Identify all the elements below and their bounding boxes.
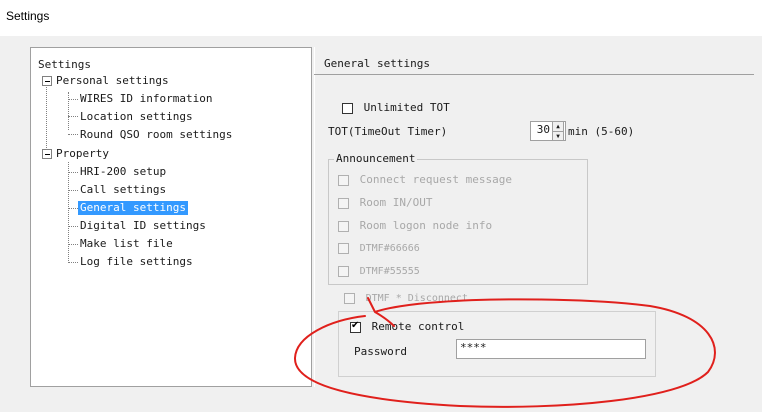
tree-item-settings-root[interactable]: Settings [38,58,91,72]
tot-unit-label: min (5-60) [568,125,635,138]
dtmf-disconnect-row[interactable]: DTMF * Disconnect [344,291,468,304]
panel-header: General settings [324,57,430,70]
room-in-out-checkbox[interactable] [338,197,349,209]
header-divider [314,74,754,75]
tot-value: 30 [536,123,550,136]
tree-item-wires-id-information[interactable]: WIRES ID information [80,92,212,106]
tree-item-property[interactable]: Property [56,147,109,161]
password-label: Password [354,345,407,358]
collapse-icon[interactable] [42,76,52,86]
tree-connector [68,134,78,135]
remote-control-label: Remote control [371,320,465,333]
announcement-item[interactable]: Room logon node info [338,219,492,232]
tree-item-hri-200-setup[interactable]: HRI-200 setup [80,165,166,179]
tree-item-round-qso-room-settings[interactable]: Round QSO room settings [80,128,232,142]
password-field[interactable]: **** [456,339,646,359]
room-logon-checkbox[interactable] [338,220,349,232]
tree-connector [68,244,78,245]
password-value: **** [460,341,487,354]
tree-item-personal-settings[interactable]: Personal settings [56,74,169,88]
settings-tree[interactable]: Settings Personal settings WIRES ID info… [30,47,312,387]
tree-connector [68,162,69,263]
tot-label: TOT(TimeOut Timer) [328,125,448,138]
tree-item-call-settings[interactable]: Call settings [80,183,166,197]
announcement-label: Room logon node info [359,219,493,232]
tree-item-location-settings[interactable]: Location settings [80,110,193,124]
unlimited-tot-row[interactable]: Unlimited TOT [342,101,450,114]
spin-up-icon[interactable]: ▲ [553,122,563,131]
dtmf-disconnect-label: DTMF * Disconnect [365,293,468,304]
tree-item-general-settings[interactable]: General settings [78,201,188,215]
tree-connector [68,226,78,227]
announcement-item[interactable]: Connect request message [338,173,512,186]
tree-connector [68,116,78,117]
tree-connector [68,190,78,191]
dtmf-66666-checkbox[interactable] [338,242,349,254]
tree-item-digital-id-settings[interactable]: Digital ID settings [80,219,206,233]
remote-control-row[interactable]: Remote control [350,320,464,333]
announcement-label: DTMF#55555 [359,266,420,277]
tree-item-log-file-settings[interactable]: Log file settings [80,255,193,269]
unlimited-tot-checkbox[interactable] [342,102,353,114]
dtmf-disconnect-checkbox[interactable] [344,292,355,304]
announcement-title: Announcement [334,152,418,165]
tot-spinner[interactable]: ▲ ▼ [552,121,564,141]
dtmf-55555-checkbox[interactable] [338,265,349,277]
connect-request-checkbox[interactable] [338,174,349,186]
window-title: Settings [6,9,50,23]
tree-connector [68,99,78,100]
tree-connector [46,78,47,156]
tree-connector [68,92,69,130]
unlimited-tot-label: Unlimited TOT [363,101,450,114]
collapse-icon[interactable] [42,149,52,159]
tree-item-make-list-file[interactable]: Make list file [80,237,173,251]
panel-divider [314,47,315,387]
tree-connector [68,262,78,263]
tree-connector [68,172,78,173]
tree-connector [68,208,78,209]
general-settings-panel: General settings Unlimited TOT TOT(TimeO… [314,47,762,387]
announcement-item[interactable]: DTMF#66666 [338,241,420,254]
remote-control-checkbox[interactable] [350,320,361,333]
spin-down-icon[interactable]: ▼ [553,131,563,141]
announcement-label: Room IN/OUT [359,196,433,209]
announcement-item[interactable]: Room IN/OUT [338,196,432,209]
announcement-label: DTMF#66666 [359,243,420,254]
announcement-item[interactable]: DTMF#55555 [338,264,420,277]
announcement-label: Connect request message [359,173,512,186]
